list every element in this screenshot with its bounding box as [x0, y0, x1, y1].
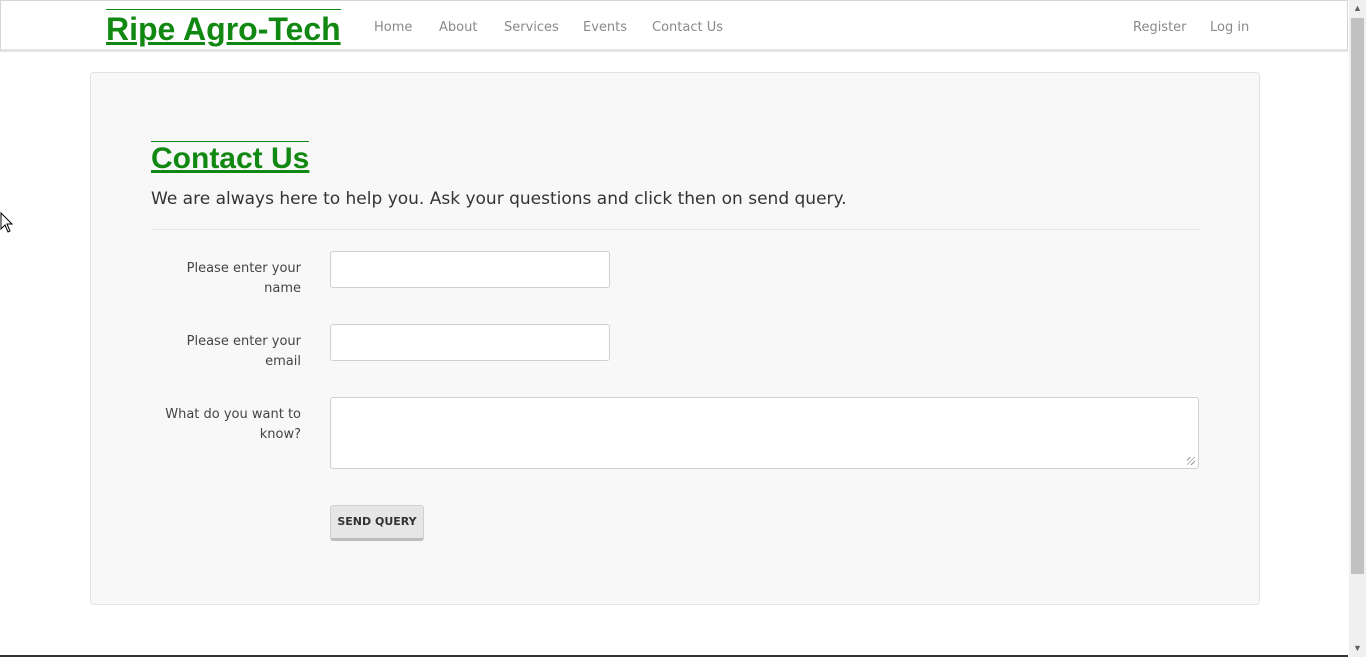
question-label: What do you want to know? [165, 407, 301, 442]
question-textarea[interactable] [330, 397, 1199, 469]
send-query-button[interactable]: SEND QUERY [330, 505, 424, 541]
nav-contact-link[interactable]: Contact Us [652, 19, 723, 37]
email-input[interactable] [330, 324, 610, 361]
nav-register-link[interactable]: Register [1133, 19, 1187, 37]
name-input[interactable] [330, 251, 610, 288]
page-title: Contact Us [151, 141, 310, 175]
divider [151, 229, 1200, 230]
mouse-cursor-icon [0, 212, 14, 233]
scroll-down-icon[interactable]: ▼ [1349, 640, 1366, 657]
resize-handle-icon[interactable] [1187, 457, 1195, 465]
nav-home-link[interactable]: Home [374, 19, 412, 37]
scrollbar-thumb[interactable] [1351, 18, 1364, 574]
page-lead-text: We are always here to help you. Ask your… [151, 189, 847, 209]
nav-login-link[interactable]: Log in [1210, 19, 1249, 37]
vertical-scrollbar[interactable]: ▲ ▼ [1349, 0, 1366, 657]
nav-events-link[interactable]: Events [583, 19, 627, 37]
email-label: Please enter your email [186, 334, 301, 369]
top-navbar: Ripe Agro-Tech Home About Services Event… [0, 0, 1348, 52]
nav-services-link[interactable]: Services [504, 19, 559, 37]
nav-about-link[interactable]: About [439, 19, 477, 37]
brand-logo[interactable]: Ripe Agro-Tech [106, 9, 341, 48]
name-label: Please enter your name [186, 261, 301, 296]
contact-panel: Contact Us We are always here to help yo… [90, 72, 1260, 605]
scroll-up-icon[interactable]: ▲ [1349, 0, 1366, 17]
